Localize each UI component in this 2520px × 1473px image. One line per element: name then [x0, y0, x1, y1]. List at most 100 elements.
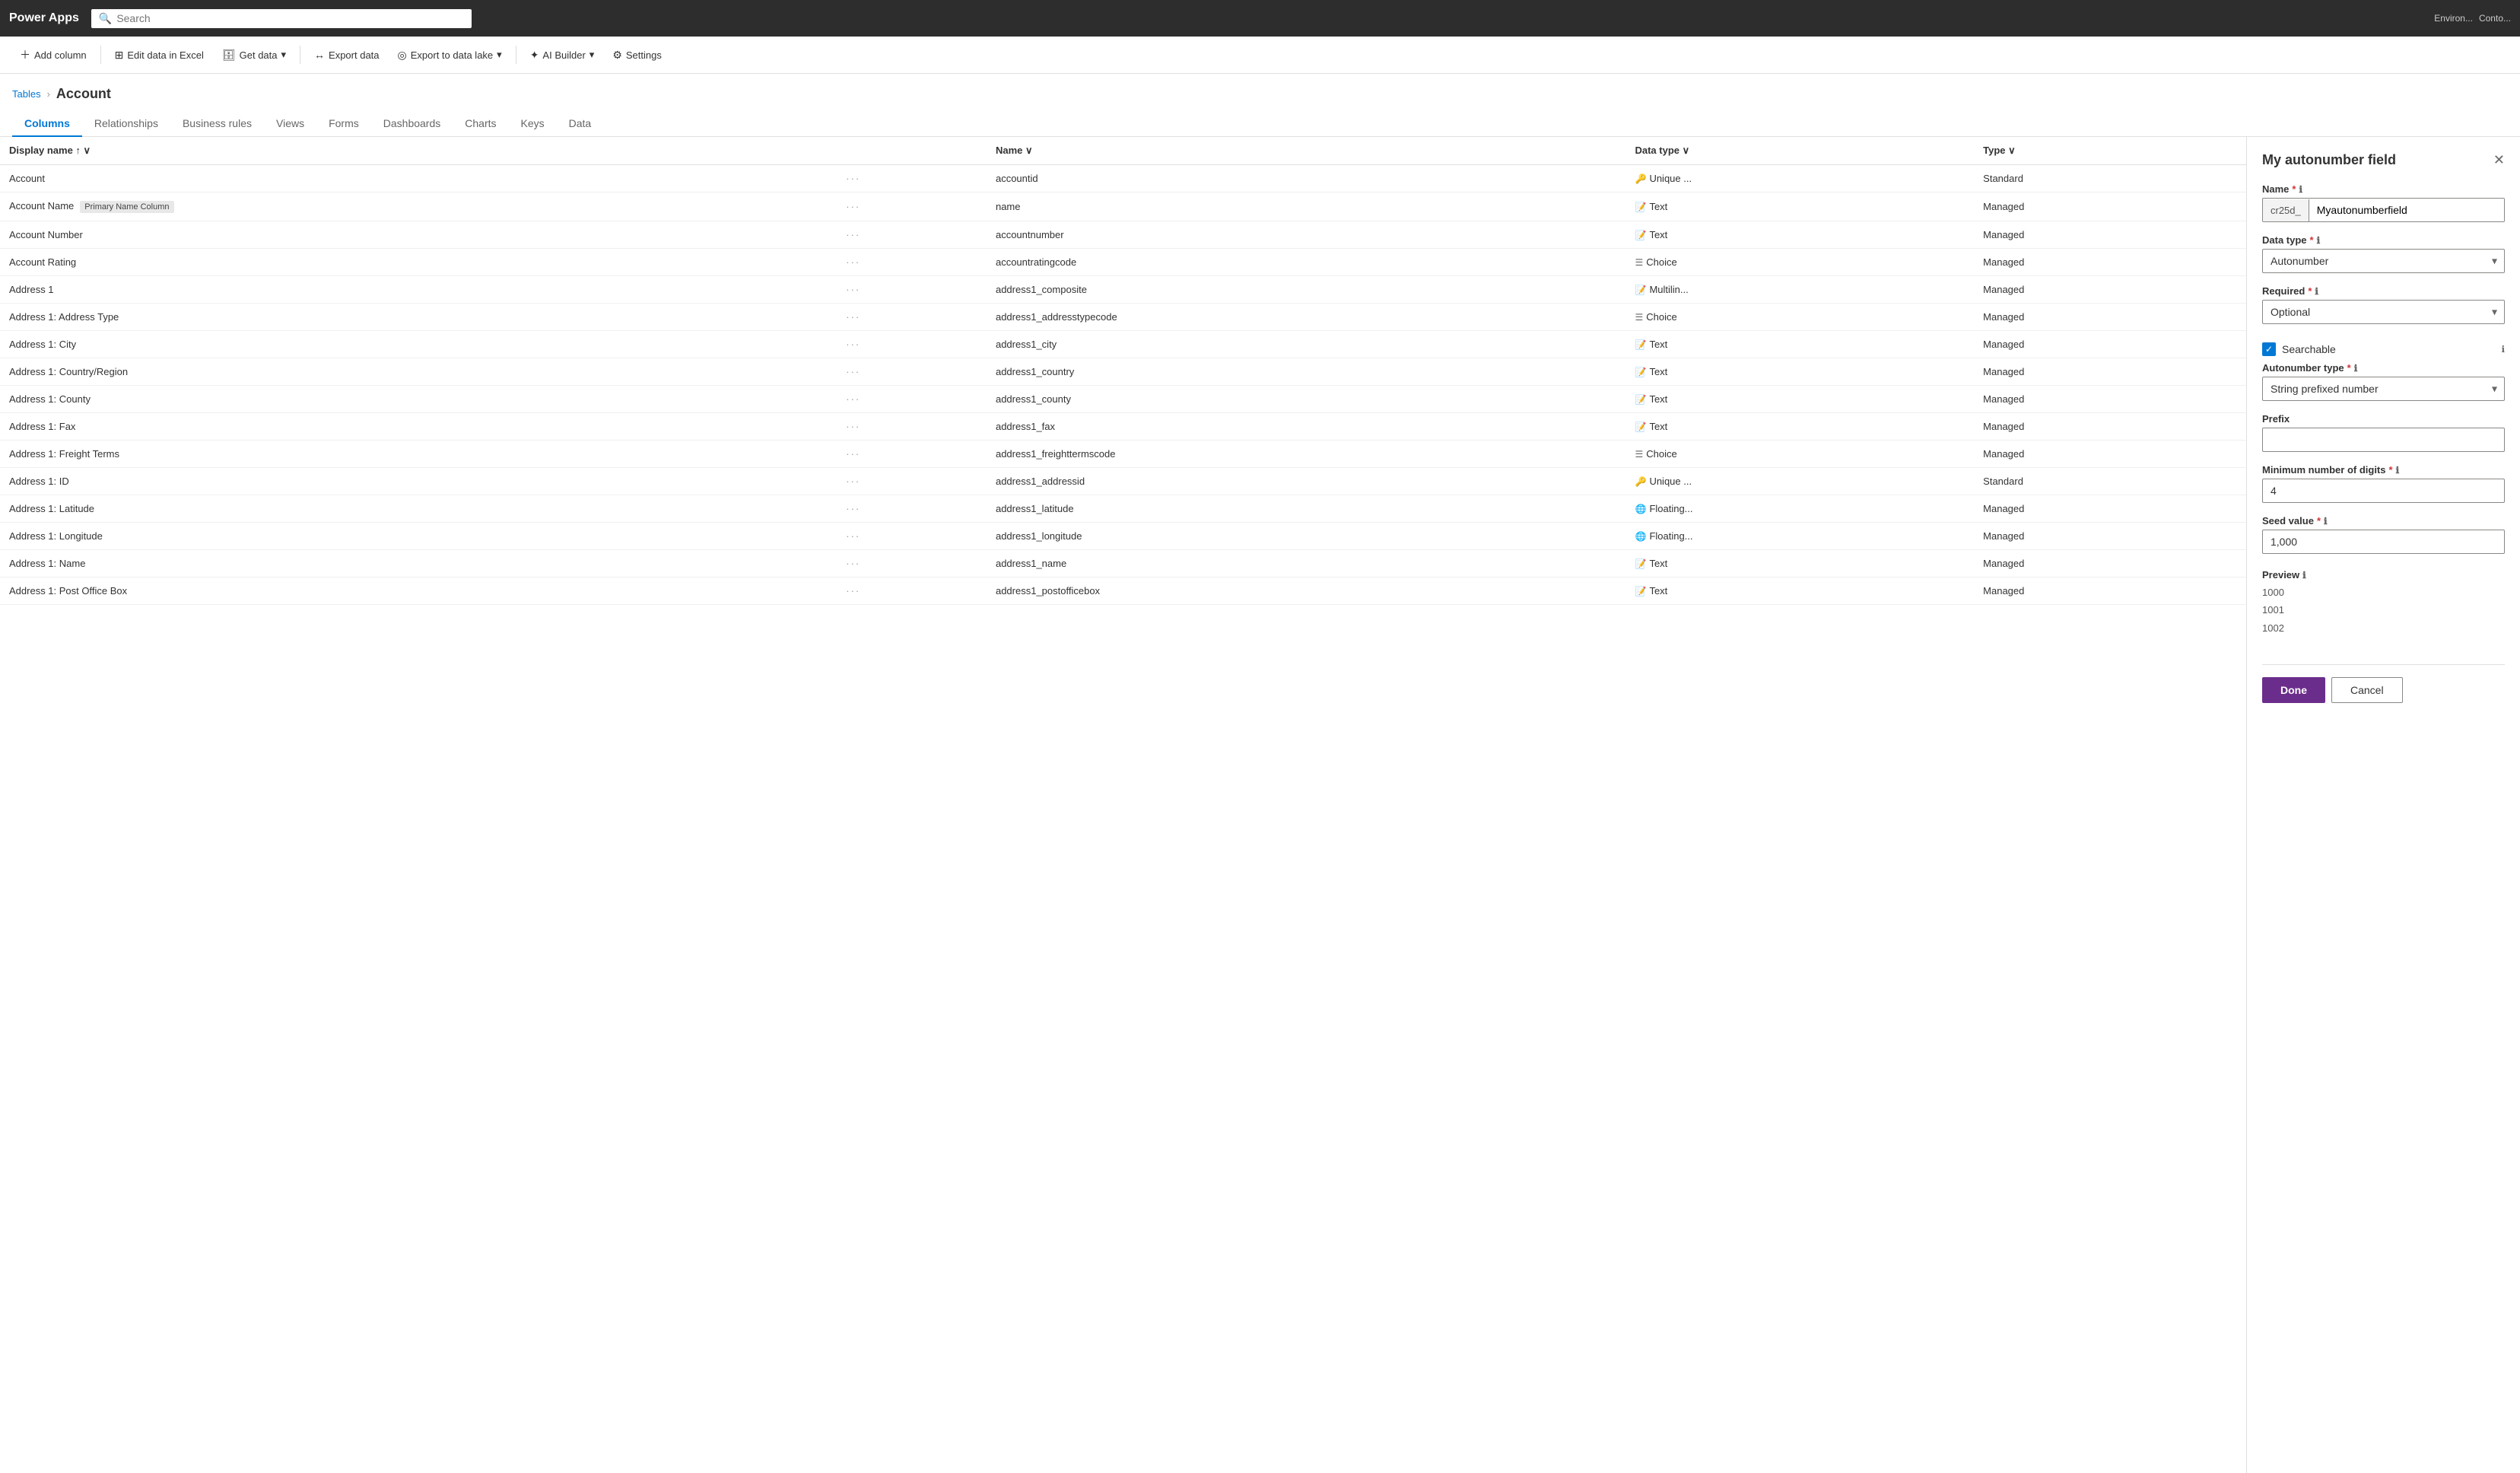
- searchable-info-icon[interactable]: ℹ: [2501, 344, 2505, 355]
- autonumber-type-info-icon[interactable]: ℹ: [2354, 363, 2358, 374]
- nav-tab-columns[interactable]: Columns: [12, 111, 82, 137]
- data-type-select[interactable]: AutonumberTextChoiceLookupNumber: [2262, 249, 2505, 273]
- preview-info-icon[interactable]: ℹ: [2302, 570, 2306, 581]
- type-icon: 📝: [1635, 202, 1646, 212]
- nav-tab-charts[interactable]: Charts: [453, 111, 508, 137]
- dots-menu-cell[interactable]: ···: [837, 441, 987, 468]
- chevron-down-icon2: ▾: [497, 49, 502, 61]
- searchable-row: ✓ Searchable ℹ: [2262, 336, 2505, 362]
- name-cell: address1_country: [987, 358, 1626, 386]
- seed-value-info-icon[interactable]: ℹ: [2324, 516, 2328, 527]
- type-icon: ☰: [1635, 312, 1643, 323]
- ai-builder-button[interactable]: ✦ AI Builder ▾: [523, 44, 602, 66]
- type-icon: 📝: [1635, 586, 1646, 597]
- dots-menu-cell[interactable]: ···: [837, 386, 987, 413]
- name-field-group: Name * ℹ cr25d_: [2262, 183, 2505, 222]
- nav-tab-views[interactable]: Views: [264, 111, 316, 137]
- export-data-lake-button[interactable]: ◎ Export to data lake ▾: [390, 44, 510, 66]
- edit-excel-button[interactable]: ⊞ Edit data in Excel: [107, 44, 211, 66]
- col-header-display-name[interactable]: Display name ↑ ∨: [0, 137, 837, 165]
- type-cell: Managed: [1974, 577, 2246, 605]
- dots-menu-cell[interactable]: ···: [837, 413, 987, 441]
- row-dots-menu[interactable]: ···: [846, 393, 860, 405]
- row-dots-menu[interactable]: ···: [846, 585, 860, 597]
- row-dots-menu[interactable]: ···: [846, 284, 860, 295]
- row-dots-menu[interactable]: ···: [846, 256, 860, 268]
- get-data-button[interactable]: 🗄 Get data ▾: [215, 44, 294, 66]
- nav-tab-keys[interactable]: Keys: [509, 111, 557, 137]
- row-dots-menu[interactable]: ···: [846, 173, 860, 184]
- type-icon: 📝: [1635, 394, 1646, 405]
- nav-tab-relationships[interactable]: Relationships: [82, 111, 170, 137]
- col-header-data-type[interactable]: Data type ∨: [1625, 137, 1974, 165]
- type-icon: 🔑: [1635, 476, 1646, 487]
- add-column-button[interactable]: ＋ Add column: [12, 43, 94, 67]
- cancel-button[interactable]: Cancel: [2331, 677, 2403, 703]
- dots-menu-cell[interactable]: ···: [837, 304, 987, 331]
- nav-tab-business-rules[interactable]: Business rules: [170, 111, 264, 137]
- row-dots-menu[interactable]: ···: [846, 558, 860, 569]
- done-button[interactable]: Done: [2262, 677, 2325, 703]
- prefix-input[interactable]: [2262, 428, 2505, 452]
- col-header-name[interactable]: Name ∨: [987, 137, 1626, 165]
- row-dots-menu[interactable]: ···: [846, 229, 860, 240]
- type-cell: Managed: [1974, 413, 2246, 441]
- dots-menu-cell[interactable]: ···: [837, 192, 987, 221]
- dots-menu-cell[interactable]: ···: [837, 577, 987, 605]
- row-dots-menu[interactable]: ···: [846, 503, 860, 514]
- seed-value-input[interactable]: [2262, 530, 2505, 554]
- table-row: Address 1: ID ··· address1_addressid 🔑Un…: [0, 468, 2246, 495]
- export-data-button[interactable]: ↔ Export data: [307, 44, 387, 65]
- row-dots-menu[interactable]: ···: [846, 476, 860, 487]
- preview-label: Preview ℹ: [2262, 569, 2505, 581]
- breadcrumb-tables-link[interactable]: Tables: [12, 88, 41, 100]
- dots-menu-cell[interactable]: ···: [837, 331, 987, 358]
- row-dots-menu[interactable]: ···: [846, 421, 860, 432]
- get-data-label: Get data: [240, 49, 278, 61]
- search-box[interactable]: 🔍: [91, 9, 472, 28]
- table-row: Address 1: Country/Region ··· address1_c…: [0, 358, 2246, 386]
- settings-button[interactable]: ⚙ Settings: [605, 44, 669, 66]
- name-cell: accountid: [987, 165, 1626, 192]
- nav-tab-data[interactable]: Data: [557, 111, 604, 137]
- name-info-icon[interactable]: ℹ: [2299, 184, 2302, 195]
- row-dots-menu[interactable]: ···: [846, 366, 860, 377]
- topbar-right: Environ... Conto...: [2434, 13, 2511, 24]
- name-cell: address1_addresstypecode: [987, 304, 1626, 331]
- row-dots-menu[interactable]: ···: [846, 201, 860, 212]
- col-header-type[interactable]: Type ∨: [1974, 137, 2246, 165]
- row-dots-menu[interactable]: ···: [846, 311, 860, 323]
- searchable-checkbox[interactable]: ✓: [2262, 342, 2276, 356]
- row-dots-menu[interactable]: ···: [846, 448, 860, 460]
- dots-menu-cell[interactable]: ···: [837, 523, 987, 550]
- min-digits-input[interactable]: [2262, 479, 2505, 503]
- dots-menu-cell[interactable]: ···: [837, 249, 987, 276]
- required-select[interactable]: OptionalBusiness recommendedBusiness req…: [2262, 300, 2505, 324]
- close-panel-button[interactable]: ✕: [2493, 152, 2505, 168]
- name-input[interactable]: [2309, 199, 2504, 221]
- row-dots-menu[interactable]: ···: [846, 530, 860, 542]
- nav-tab-dashboards[interactable]: Dashboards: [371, 111, 453, 137]
- data-type-info-icon[interactable]: ℹ: [2317, 235, 2321, 246]
- nav-tab-forms[interactable]: Forms: [316, 111, 371, 137]
- type-icon: ☰: [1635, 449, 1643, 460]
- type-icon: 🔑: [1635, 173, 1646, 184]
- dots-menu-cell[interactable]: ···: [837, 276, 987, 304]
- type-icon: 📝: [1635, 558, 1646, 569]
- row-dots-menu[interactable]: ···: [846, 339, 860, 350]
- type-icon: 🌐: [1635, 531, 1646, 542]
- table-row: Account ··· accountid 🔑Unique ... Standa…: [0, 165, 2246, 192]
- type-icon: ☰: [1635, 257, 1643, 268]
- dots-menu-cell[interactable]: ···: [837, 495, 987, 523]
- autonumber-type-select[interactable]: String prefixed numberDate prefixed numb…: [2262, 377, 2505, 401]
- dots-menu-cell[interactable]: ···: [837, 468, 987, 495]
- dots-menu-cell[interactable]: ···: [837, 550, 987, 577]
- dots-menu-cell[interactable]: ···: [837, 358, 987, 386]
- name-prefix-field: cr25d_: [2262, 198, 2505, 222]
- min-digits-info-icon[interactable]: ℹ: [2396, 465, 2400, 476]
- search-input[interactable]: [116, 12, 464, 24]
- type-icon: 📝: [1635, 422, 1646, 432]
- dots-menu-cell[interactable]: ···: [837, 221, 987, 249]
- dots-menu-cell[interactable]: ···: [837, 165, 987, 192]
- required-info-icon[interactable]: ℹ: [2315, 286, 2318, 297]
